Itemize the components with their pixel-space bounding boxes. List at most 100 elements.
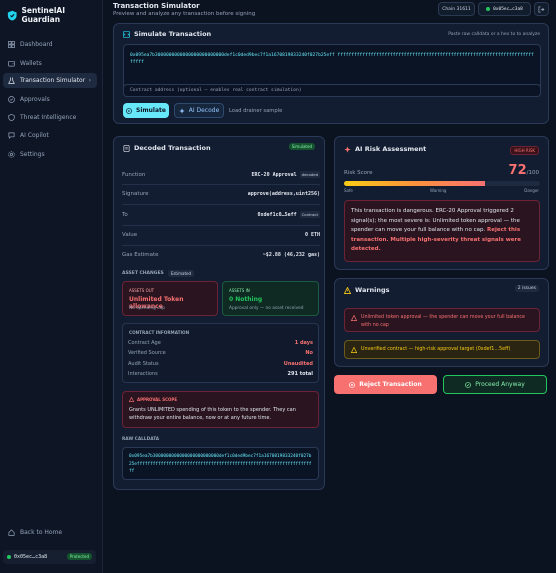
- proceed-anyway-button[interactable]: Proceed Anyway: [443, 375, 547, 394]
- shield-logo-icon: [7, 10, 17, 21]
- sidebar-item-threat-intelligence[interactable]: Threat Intelligence: [3, 110, 97, 125]
- risk-score-value: 72: [508, 163, 527, 178]
- interactions-row: Interactions 291 total: [128, 371, 313, 377]
- risk-score-label: Risk Score: [344, 170, 373, 176]
- warning-item: Unlimited token approval — the spender c…: [344, 308, 540, 332]
- assets-out-sub: No spending cap: [129, 306, 166, 311]
- decoded-card-title: Decoded Transaction: [123, 144, 211, 152]
- warnings-card: Warnings 2 issues Unlimited token approv…: [334, 278, 549, 367]
- row-value-eth: Value 0 ETH: [122, 232, 320, 238]
- row-value: approve(address,uint256): [247, 191, 320, 197]
- row-key: Audit Status: [128, 361, 159, 367]
- contract-age-row: Contract Age 1 days: [128, 340, 313, 346]
- row-key: Value: [122, 232, 138, 238]
- warnings-card-title: Warnings: [344, 286, 390, 294]
- warning-icon: [344, 286, 351, 294]
- row-value: 1 days: [294, 340, 313, 346]
- row-value: ERC-20 Approval: [251, 171, 297, 178]
- row-gas: Gas Estimate ~$2.88 (46,232 gas): [122, 252, 320, 258]
- row-value: 291 total: [287, 371, 313, 377]
- flask-icon: [8, 77, 15, 84]
- row-value: No: [305, 350, 313, 356]
- grid-icon: [8, 41, 15, 48]
- warning-icon: [351, 315, 357, 321]
- high-risk-badge: HIGH RISK: [510, 146, 539, 155]
- sidebar-item-label: AI Copilot: [20, 132, 49, 139]
- scale-danger-label: Danger: [524, 188, 539, 193]
- row-value: 0 ETH: [304, 232, 320, 238]
- contract-info-label: CONTRACT INFORMATION: [129, 330, 190, 335]
- wallet-chip[interactable]: 0x05ec…c3a8: [478, 2, 531, 16]
- warning-icon: [351, 347, 357, 353]
- main-content: Transaction Simulator Preview and analyz…: [103, 0, 556, 573]
- code-icon: [123, 30, 130, 38]
- divider: [122, 225, 320, 226]
- play-icon: [126, 107, 132, 114]
- gear-icon: [8, 151, 15, 158]
- sidebar-item-approvals[interactable]: Approvals: [3, 92, 97, 107]
- approval-scope-text: Grants UNLIMITED spending of this token …: [129, 407, 296, 421]
- simulate-card-title: Simulate Transaction: [123, 30, 211, 38]
- wallet-chip-address: 0x05ec…c3a8: [493, 6, 523, 12]
- verified-source-row: Verified Source No: [128, 350, 313, 356]
- logout-button[interactable]: [534, 2, 549, 16]
- risk-score-bar: [344, 181, 540, 186]
- back-to-home-link[interactable]: Back to Home: [3, 525, 97, 540]
- sidebar-item-dashboard[interactable]: Dashboard: [3, 37, 97, 52]
- status-dot: [486, 7, 491, 11]
- sidebar-wallet[interactable]: 0x05ec…c3a8 Protected: [3, 550, 96, 564]
- reject-transaction-button[interactable]: Reject Transaction: [334, 375, 437, 394]
- estimated-badge: Estimated: [167, 270, 195, 277]
- home-icon: [8, 529, 15, 536]
- row-function: Function ERC-20 Approval decoded: [122, 171, 320, 178]
- scale-safe-label: Safe: [344, 188, 353, 193]
- load-sample-link[interactable]: Load drainer sample: [229, 108, 282, 114]
- header: Transaction Simulator Preview and analyz…: [103, 0, 556, 20]
- risk-title-text: AI Risk Assessment: [355, 145, 427, 153]
- sidebar-item-label: Threat Intelligence: [20, 114, 77, 121]
- warning-icon: [129, 397, 134, 402]
- sidebar-item-transaction-simulator[interactable]: Transaction Simulator ›: [3, 73, 97, 88]
- sidebar: SentinelAI Guardian Dashboard Wallets Tr…: [0, 0, 103, 573]
- chain-chip[interactable]: Chain 31611: [438, 2, 475, 16]
- logout-icon: [538, 6, 545, 12]
- risk-card-title: AI Risk Assessment: [344, 145, 426, 153]
- row-signature: Signature approve(address,uint256): [122, 191, 320, 197]
- document-icon: [123, 144, 130, 152]
- row-tag: decoded: [299, 171, 320, 178]
- approval-scope-box: APPROVAL SCOPE Grants UNLIMITED spending…: [122, 391, 319, 428]
- simulate-hint: Paste raw calldata or a hex to to analyz…: [448, 32, 540, 37]
- row-key: Function: [122, 171, 146, 178]
- status-dot: [7, 555, 11, 559]
- back-label: Back to Home: [20, 529, 63, 536]
- row-key: Interactions: [128, 371, 158, 377]
- reject-label: Reject Transaction: [359, 381, 422, 388]
- simulate-button[interactable]: Simulate: [123, 103, 169, 118]
- contract-address-input[interactable]: Contract address (optional — enables rea…: [123, 84, 541, 97]
- divider: [122, 184, 320, 185]
- row-key: Verified Source: [128, 350, 166, 356]
- sidebar-item-ai-copilot[interactable]: AI Copilot: [3, 128, 97, 143]
- assets-out-label: ASSETS OUT: [129, 288, 155, 293]
- scale-warning-label: Warning: [430, 188, 447, 193]
- simulate-button-label: Simulate: [136, 107, 166, 114]
- page-subtitle: Preview and analyze any transaction befo…: [113, 11, 256, 17]
- risk-score: 72 /100: [509, 163, 539, 178]
- assets-in-value: 0 Nothing: [229, 296, 263, 303]
- divider: [122, 245, 320, 246]
- row-key: Contract Age: [128, 340, 161, 346]
- assets-in-label: ASSETS IN: [229, 288, 250, 293]
- app-logo[interactable]: SentinelAI Guardian: [7, 6, 102, 24]
- warnings-title-text: Warnings: [355, 286, 390, 294]
- sidebar-item-label: Dashboard: [20, 41, 53, 48]
- sidebar-item-wallets[interactable]: Wallets: [3, 56, 97, 71]
- simulated-badge: Simulated: [288, 143, 315, 150]
- ai-decode-button[interactable]: AI Decode: [174, 103, 224, 118]
- status-badge: Protected: [66, 553, 92, 560]
- warning-text: Unverified contract — high-risk approval…: [361, 347, 511, 352]
- close-circle-icon: [349, 381, 356, 388]
- approval-scope-label: APPROVAL SCOPE: [137, 397, 178, 402]
- raw-calldata-box[interactable]: 0x095ea7b3000000000000000000000000def1c0…: [122, 447, 319, 480]
- sidebar-item-settings[interactable]: Settings: [3, 147, 97, 162]
- proceed-label: Proceed Anyway: [475, 381, 525, 388]
